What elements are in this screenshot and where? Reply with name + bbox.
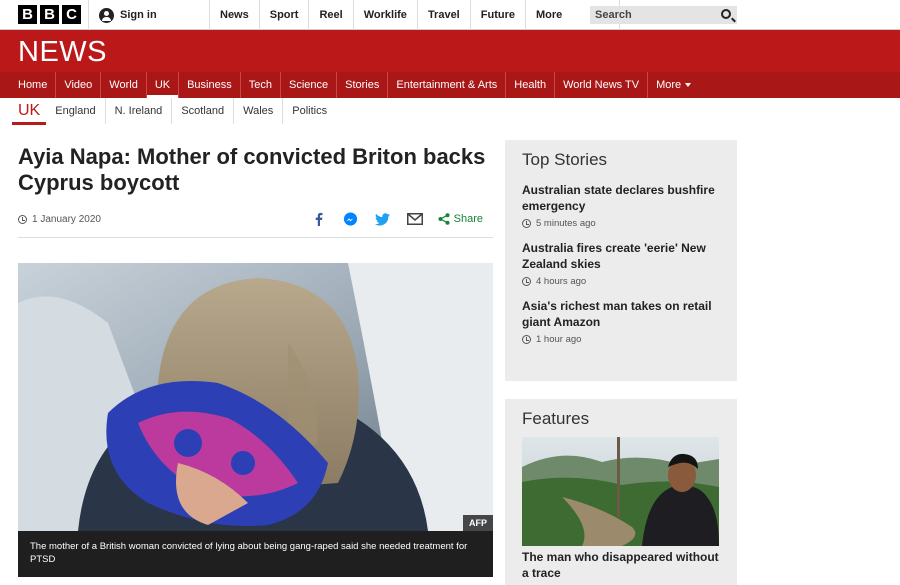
top-story-title[interactable]: Asia's richest man takes on retail giant… [522, 298, 720, 330]
hero-photo [18, 263, 493, 531]
global-nav-future[interactable]: Future [469, 0, 525, 30]
subnav-england[interactable]: England [46, 98, 104, 124]
bbc-logo-letter: B [40, 5, 59, 24]
bbc-logo-letter: C [62, 5, 81, 24]
top-story-item[interactable]: Australian state declares bushfire emerg… [522, 182, 720, 229]
nav-health[interactable]: Health [506, 72, 556, 98]
bbc-logo-letter: B [18, 5, 37, 24]
top-story-title[interactable]: Australia fires create 'eerie' New Zeala… [522, 240, 720, 272]
subnav-scotland[interactable]: Scotland [171, 98, 233, 124]
global-nav-reel[interactable]: Reel [308, 0, 352, 30]
chevron-down-icon [685, 83, 692, 88]
global-nav-news[interactable]: News [209, 0, 259, 30]
nav-business[interactable]: Business [179, 72, 241, 98]
subnav-n-ireland[interactable]: N. Ireland [104, 98, 172, 124]
feature-title[interactable]: The man who disappeared without a trace [522, 549, 720, 581]
features-title: Features [522, 409, 590, 428]
clock-icon [18, 215, 27, 224]
nav-entertainment-arts[interactable]: Entertainment & Arts [388, 72, 507, 98]
subnav-wales[interactable]: Wales [233, 98, 282, 124]
global-nav-worklife[interactable]: Worklife [352, 0, 417, 30]
features-panel: Features The man who disappeared without… [505, 399, 737, 585]
share-button[interactable]: Share [438, 213, 483, 225]
top-story-time: 1 hour ago [522, 334, 720, 345]
feature-image[interactable] [522, 437, 719, 546]
article-date-text: 1 January 2020 [32, 214, 101, 225]
share-icon [438, 213, 450, 225]
clock-icon [522, 277, 531, 286]
top-story-time: 4 hours ago [522, 276, 720, 287]
bbc-logo[interactable]: B B C [18, 5, 81, 24]
sign-in-label: Sign in [120, 9, 157, 21]
nav-stories[interactable]: Stories [337, 72, 389, 98]
news-logo[interactable]: NEWS [18, 36, 107, 69]
top-stories-panel: Top Stories Australian state declares bu… [505, 140, 737, 381]
user-icon [99, 7, 114, 23]
share-tools: Share [310, 210, 483, 228]
top-story-time-text: 5 minutes ago [536, 218, 596, 229]
article-date: 1 January 2020 [18, 214, 101, 225]
article-meta: 1 January 2020 Share [18, 210, 493, 238]
article-headline: Ayia Napa: Mother of convicted Briton ba… [18, 144, 486, 195]
top-story-time-text: 4 hours ago [536, 276, 587, 287]
search-placeholder: Search [595, 9, 632, 21]
nav-video[interactable]: Video [56, 72, 102, 98]
top-story-title[interactable]: Australian state declares bushfire emerg… [522, 182, 720, 214]
nav-tech[interactable]: Tech [241, 72, 281, 98]
messenger-icon[interactable] [342, 210, 360, 228]
global-nav-travel[interactable]: Travel [416, 0, 470, 30]
feature-photo [522, 437, 719, 546]
top-story-item[interactable]: Asia's richest man takes on retail giant… [522, 298, 720, 345]
email-icon[interactable] [406, 210, 424, 228]
sign-in-link[interactable]: Sign in [88, 0, 208, 30]
search-input[interactable]: Search [590, 6, 737, 24]
more-label: More [535, 9, 563, 21]
top-stories-title: Top Stories [522, 150, 608, 169]
global-header: B B C Sign in News Sport Reel Worklife T… [0, 0, 900, 30]
nav-world[interactable]: World [101, 72, 147, 98]
clock-icon [522, 219, 531, 228]
twitter-icon[interactable] [374, 210, 392, 228]
subnav-politics[interactable]: Politics [282, 98, 336, 124]
news-nav: Home Video World UK Business Tech Scienc… [0, 72, 900, 98]
sub-nav: UK England N. Ireland Scotland Wales Pol… [0, 98, 900, 126]
nav-home[interactable]: Home [10, 72, 57, 98]
article-hero-image: AFP [18, 263, 493, 531]
nav-world-news-tv[interactable]: World News TV [555, 72, 649, 98]
nav-science[interactable]: Science [281, 72, 338, 98]
top-story-time-text: 1 hour ago [536, 334, 582, 345]
image-caption: The mother of a British woman convicted … [18, 531, 493, 577]
share-label: Share [453, 213, 483, 225]
global-nav-sport[interactable]: Sport [258, 0, 309, 30]
global-nav: News Sport Reel Worklife Travel Future M… [209, 0, 620, 30]
top-story-time: 5 minutes ago [522, 218, 720, 229]
subnav-current-uk[interactable]: UK [12, 98, 47, 126]
search-icon[interactable] [721, 9, 731, 19]
nav-more-label: More [656, 79, 682, 91]
top-story-item[interactable]: Australia fires create 'eerie' New Zeala… [522, 240, 720, 287]
image-credit: AFP [463, 515, 493, 531]
clock-icon [522, 335, 531, 344]
nav-more[interactable]: More [648, 72, 699, 98]
nav-uk[interactable]: UK [146, 72, 180, 98]
facebook-icon[interactable] [310, 210, 328, 228]
news-banner: NEWS [0, 30, 900, 72]
